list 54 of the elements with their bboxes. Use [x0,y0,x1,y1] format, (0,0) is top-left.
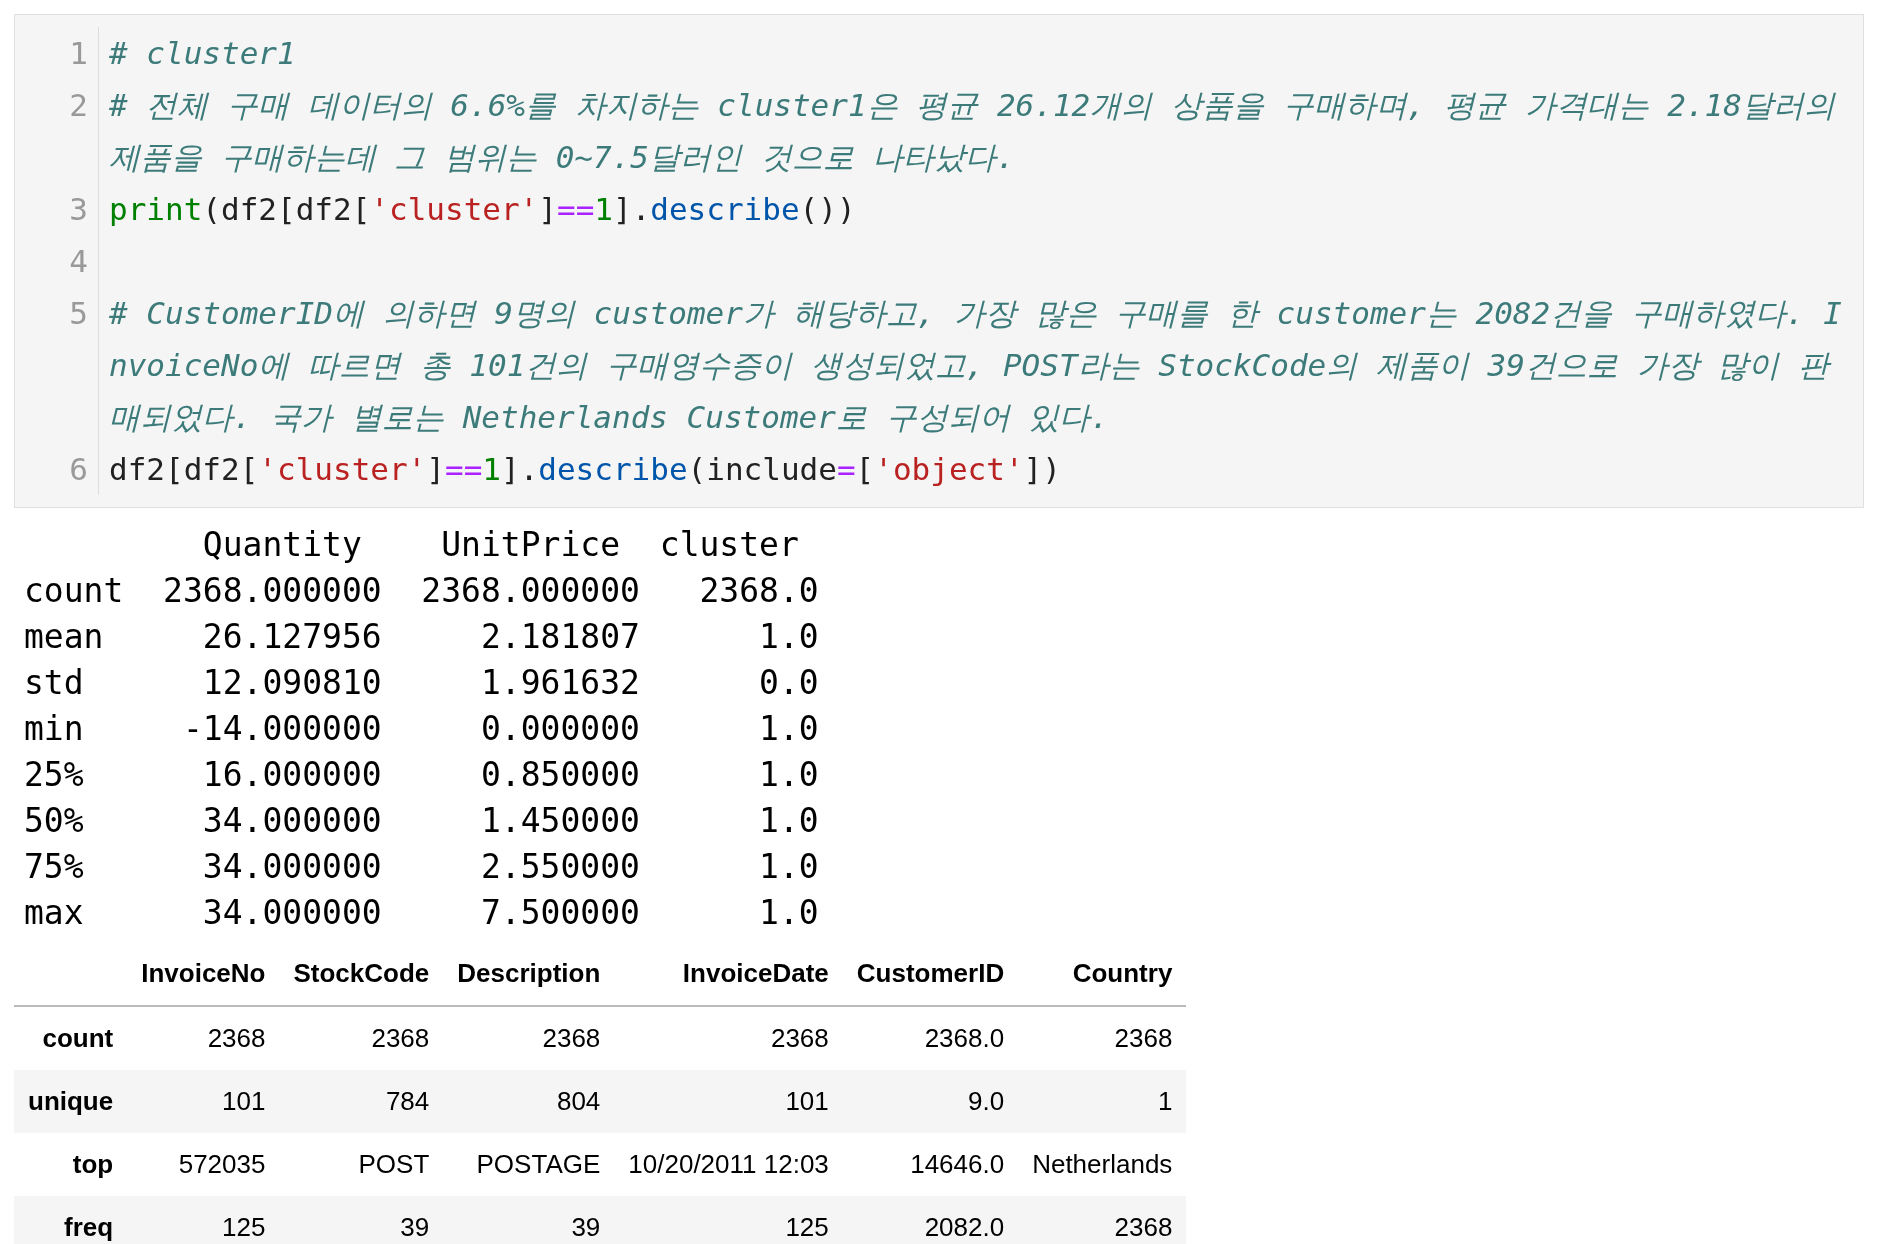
output-line: std 12.090810 1.961632 0.0 [24,662,819,704]
column-header: CustomerID [842,942,1019,1006]
table-cell: 2368.0 [842,1006,1019,1070]
column-header: Description [443,942,615,1006]
output-line: 25% 16.000000 0.850000 1.0 [24,754,819,796]
row-index: unique [14,1070,128,1133]
code-line: # CustomerID에 의하면 9명의 customer가 해당하고, 가장 많은 구매를 한 customer는 2082건을 구매하였다. InvoiceNo에 따르면 총 101건의 구매영수증이 생성되었고, POST라는 StockCode의 제품이 39건으로 가장 많이 판매되었다. 국가 별로는 Netherlands Customer로 구성되어 있다. [108,294,1843,437]
table-cell: Netherlands [1018,1133,1187,1196]
output-line: count 2368.000000 2368.000000 2368.0 [24,570,819,612]
table-cell: 784 [279,1070,444,1133]
table-cell: 2082.0 [842,1196,1019,1244]
table-cell: 101 [127,1070,280,1133]
table-cell: 9.0 [842,1070,1019,1133]
code-line: # cluster1 [108,34,297,73]
row-index: freq [14,1196,128,1244]
table-cell: 14646.0 [842,1133,1019,1196]
line-number: 6 [15,443,99,495]
row-index: count [14,1006,128,1070]
table-cell: 10/20/2011 12:03 [614,1133,843,1196]
table-cell: 1 [1018,1070,1187,1133]
table-cell: 2368 [443,1006,615,1070]
output-line: 50% 34.000000 1.450000 1.0 [24,800,819,842]
row-index: top [14,1133,128,1196]
output-line: Quantity UnitPrice cluster [201,524,799,566]
line-number: 2 [15,79,99,183]
line-number: 1 [15,27,99,79]
line-number: 4 [15,235,99,287]
output-line: 75% 34.000000 2.550000 1.0 [24,846,819,888]
table-cell: 2368 [279,1006,444,1070]
table-cell: POST [279,1133,444,1196]
column-header: Country [1018,942,1187,1006]
code-line: df2[df2['cluster']==1].describe(include=['object']) [108,450,1062,489]
column-header: StockCode [279,942,444,1006]
table-cell: POSTAGE [443,1133,615,1196]
line-number: 5 [15,287,99,443]
code-line: print(df2[df2['cluster']==1].describe()) [108,190,857,229]
column-header: InvoiceNo [127,942,280,1006]
output-line: mean 26.127956 2.181807 1.0 [24,616,819,658]
output-line: min -14.000000 0.000000 1.0 [24,708,819,750]
table-cell: 2368 [127,1006,280,1070]
code-line: # 전체 구매 데이터의 6.6%를 차지하는 cluster1은 평균 26.12개의 상품을 구매하며, 평균 가격대는 2.18달러의 제품을 구매하는데 그 범위는 0~7.5달러인 것으로 나타났다. [108,86,1837,177]
table-cell: 2368 [1018,1196,1187,1244]
table-cell: 2368 [1018,1006,1187,1070]
table-cell: 39 [443,1196,615,1244]
table-cell: 39 [279,1196,444,1244]
table-cell: 2368 [614,1006,843,1070]
column-header: InvoiceDate [614,942,843,1006]
table-cell: 572035 [127,1133,280,1196]
table-cell: 125 [614,1196,843,1244]
table-cell: 125 [127,1196,280,1244]
table-cell: 101 [614,1070,843,1133]
line-number: 3 [15,183,99,235]
table-cell: 804 [443,1070,615,1133]
output-line: max 34.000000 7.500000 1.0 [24,892,819,934]
